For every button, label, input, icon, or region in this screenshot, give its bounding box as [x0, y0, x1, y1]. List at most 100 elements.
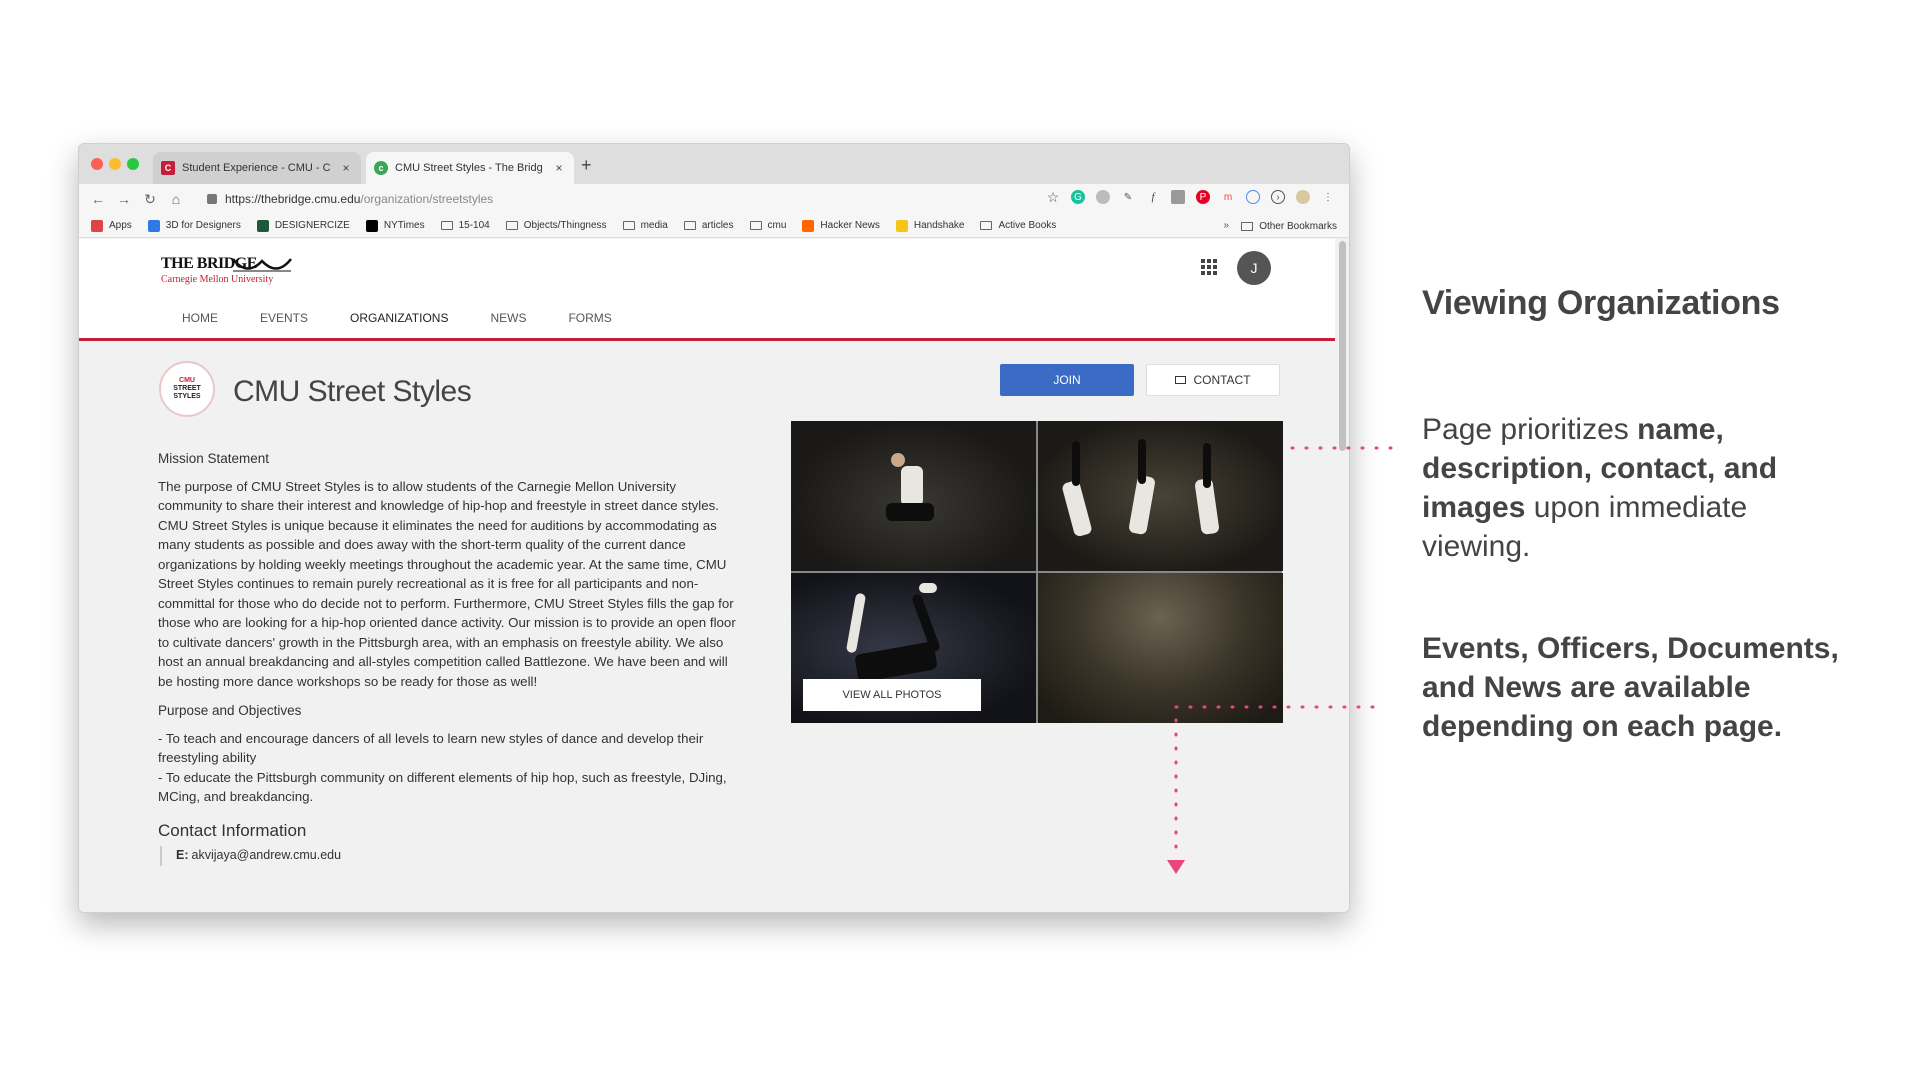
bookmark-icon	[147, 219, 160, 232]
gallery-photo[interactable]	[1038, 573, 1283, 723]
minimize-window-button[interactable]	[109, 158, 121, 170]
hn-icon	[802, 219, 815, 232]
bookmark-label: Hacker News	[820, 220, 880, 231]
bookmark-label: media	[640, 220, 668, 231]
nav-item-organizations[interactable]: ORGANIZATIONS	[329, 303, 470, 341]
folder-icon	[440, 221, 453, 230]
gallery-photo[interactable]	[1038, 421, 1283, 571]
mission-heading: Mission Statement	[158, 451, 270, 466]
camera-icon[interactable]	[1171, 190, 1185, 204]
annotation-note-1: Page prioritizes name, description, cont…	[1422, 410, 1842, 566]
menu-dots-icon[interactable]: ⋮	[1321, 190, 1335, 204]
nav-item-home[interactable]: HOME	[161, 303, 239, 341]
close-window-button[interactable]	[91, 158, 103, 170]
bookmark-item[interactable]: NYTimes	[365, 219, 425, 232]
clock-icon[interactable]	[1246, 190, 1260, 204]
bookmark-item[interactable]: Hacker News	[802, 219, 880, 232]
bookmark-item[interactable]: 15-104	[440, 220, 490, 231]
bookmark-item[interactable]: media	[622, 220, 668, 231]
bridge-icon: c	[374, 161, 388, 175]
browser-toolbar: ← → ↻ ⌂ https://thebridge.cmu.edu/organi…	[79, 184, 1349, 214]
apps-grid-icon[interactable]	[1201, 259, 1217, 275]
tab-title: Student Experience - CMU - C	[182, 162, 331, 174]
dropper-icon[interactable]: ✎	[1121, 190, 1135, 204]
presentation-slide: C Student Experience - CMU - C × c CMU S…	[0, 0, 1920, 1080]
bookmarks-overflow-button[interactable]: »	[1223, 220, 1229, 231]
url-path: /organization/streetstyles	[360, 192, 494, 206]
maximize-window-button[interactable]	[127, 158, 139, 170]
bookmark-item[interactable]: Apps	[91, 219, 132, 232]
nav-item-news[interactable]: NEWS	[469, 303, 547, 341]
avatar[interactable]: J	[1237, 251, 1271, 285]
arrow-circle-icon[interactable]: ›	[1271, 190, 1285, 204]
reload-icon[interactable]: ↻	[139, 191, 161, 208]
gallery-photo[interactable]: VIEW ALL PHOTOS	[791, 573, 1036, 723]
forward-arrow-icon[interactable]: →	[113, 191, 135, 207]
tab-cmu-street-styles[interactable]: c CMU Street Styles - The Bridg ×	[366, 152, 574, 184]
pinterest-icon[interactable]: P	[1196, 190, 1210, 204]
contact-button[interactable]: CONTACT	[1146, 364, 1280, 396]
page-scrollbar[interactable]	[1335, 239, 1349, 912]
nyt-icon	[365, 219, 378, 232]
home-icon[interactable]: ⌂	[165, 191, 187, 207]
other-bookmarks[interactable]: Other Bookmarks	[1241, 214, 1337, 238]
email-link[interactable]: akvijaya@andrew.cmu.edu	[192, 848, 342, 862]
bookmark-item[interactable]: articles	[683, 220, 734, 231]
view-all-photos-button[interactable]: VIEW ALL PHOTOS	[803, 679, 981, 711]
grammarly-icon[interactable]: G	[1071, 190, 1085, 204]
bookmark-item[interactable]: 3D for Designers	[147, 219, 241, 232]
cmu-icon: C	[161, 161, 175, 175]
bookmark-label: Objects/Thingness	[523, 220, 607, 231]
annotation-note-2: Events, Officers, Documents, and News ar…	[1422, 632, 1839, 743]
org-logo-line: STREET	[173, 385, 201, 392]
url-base: https://thebridge.cmu.edu	[225, 192, 361, 206]
mail-extension-icon[interactable]: m	[1221, 190, 1235, 204]
bookmark-label: cmu	[767, 220, 787, 231]
bookmark-label: 3D for Designers	[165, 220, 241, 231]
extension-icon[interactable]	[1096, 190, 1110, 204]
browser-window: C Student Experience - CMU - C × c CMU S…	[78, 143, 1350, 913]
close-icon[interactable]: ×	[339, 161, 353, 175]
org-logo-line: STYLES	[173, 393, 201, 400]
bookmarks-bar: Apps 3D for Designers DESIGNERCIZE NYTimes 1…	[79, 214, 1349, 238]
folder-icon	[683, 221, 696, 230]
folder-icon	[1241, 221, 1254, 231]
bridge-logo[interactable]: THE BRIDGE Carnegie Mellon University	[161, 255, 292, 285]
folder-icon	[980, 221, 993, 230]
bookmark-item[interactable]: DESIGNERCIZE	[256, 219, 350, 232]
contact-heading: Contact Information	[158, 820, 307, 840]
nav-item-events[interactable]: EVENTS	[239, 303, 329, 341]
font-icon[interactable]: f	[1146, 190, 1160, 204]
photo-gallery: VIEW ALL PHOTOS	[791, 421, 1283, 723]
lock-icon	[207, 194, 217, 204]
nav-item-forms[interactable]: FORMS	[547, 303, 632, 341]
email-label: E:	[176, 848, 189, 862]
bookmark-item[interactable]: Active Books	[980, 220, 1056, 231]
bookmark-item[interactable]: cmu	[749, 220, 787, 231]
tab-title: CMU Street Styles - The Bridg	[395, 162, 543, 174]
folder-icon	[622, 221, 635, 230]
scrollbar-thumb[interactable]	[1339, 241, 1346, 451]
back-arrow-icon[interactable]: ←	[87, 191, 109, 207]
bridge-arch-icon	[232, 258, 292, 272]
join-button[interactable]: JOIN	[1000, 364, 1134, 396]
tab-bar: C Student Experience - CMU - C × c CMU S…	[79, 144, 1349, 184]
bookmark-item[interactable]: Handshake	[895, 219, 964, 232]
bookmark-label: Active Books	[998, 220, 1057, 231]
other-bookmarks-label: Other Bookmarks	[1259, 220, 1337, 232]
bookmark-label: articles	[701, 220, 734, 231]
profile-icon[interactable]	[1296, 190, 1310, 204]
star-icon[interactable]: ☆	[1046, 189, 1060, 205]
folder-icon	[505, 221, 518, 230]
bookmark-item[interactable]: Objects/Thingness	[505, 220, 607, 231]
site-header: THE BRIDGE Carnegie Mellon University J …	[79, 239, 1337, 341]
address-bar[interactable]: https://thebridge.cmu.edu/organization/s…	[207, 187, 1087, 211]
gallery-photo[interactable]	[791, 421, 1036, 571]
tab-student-experience[interactable]: C Student Experience - CMU - C ×	[153, 152, 361, 184]
folder-icon	[749, 221, 762, 230]
annotation-title: Viewing Organizations	[1422, 284, 1780, 322]
new-tab-button[interactable]: +	[581, 155, 592, 176]
purpose-item: - To educate the Pittsburgh community on…	[158, 769, 727, 805]
purpose-item: - To teach and encourage dancers of all …	[158, 730, 704, 766]
close-icon[interactable]: ×	[552, 161, 566, 175]
